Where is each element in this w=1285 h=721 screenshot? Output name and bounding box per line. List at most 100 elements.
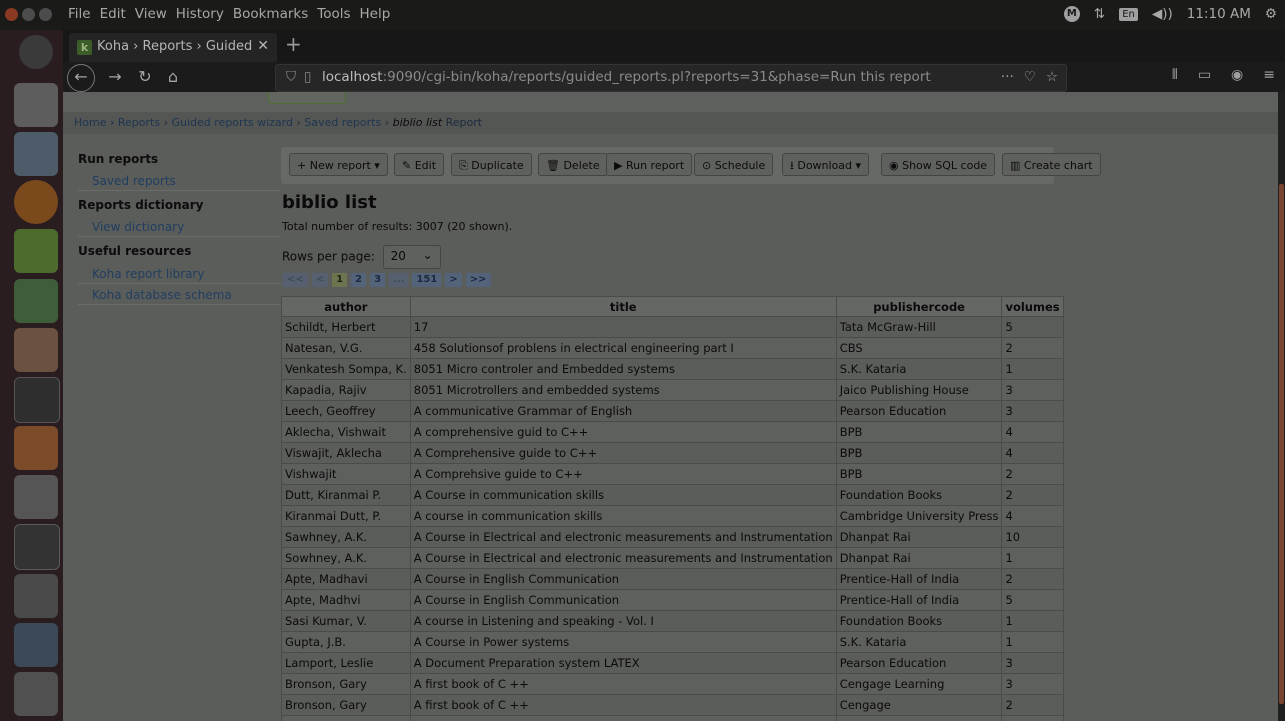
camera-icon[interactable] <box>14 574 58 618</box>
pager-page-1[interactable]: 1 <box>332 273 348 287</box>
download-button[interactable]: ⭳ Download ▾ <box>782 153 870 176</box>
account-icon[interactable]: ◉ <box>1231 67 1243 83</box>
mail-indicator-icon[interactable]: M <box>1063 6 1080 22</box>
header-search-button[interactable] <box>268 92 346 104</box>
keyboard-language[interactable]: En <box>1119 7 1138 21</box>
breadcrumb-saved[interactable]: Saved reports <box>304 116 381 129</box>
close-tab-icon[interactable]: ✕ <box>257 38 269 54</box>
software-updater-icon[interactable] <box>14 524 60 570</box>
page-scrollbar[interactable] <box>1278 92 1285 721</box>
pocket-icon[interactable]: ♡ <box>1024 69 1036 85</box>
table-cell-volumes: 2 <box>1001 484 1064 506</box>
new-tab-icon[interactable]: + <box>285 32 302 56</box>
notes-icon[interactable] <box>14 229 58 273</box>
table-row: Sowhney, A.K. A Course in Electrical and … <box>281 547 1064 569</box>
table-cell-title: 8051 Microtrollers and embedded systems <box>409 379 837 401</box>
menu-edit[interactable]: Edit <box>100 6 126 22</box>
menu-help[interactable]: Help <box>360 6 391 22</box>
sidebar-icon[interactable]: ▭ <box>1198 67 1211 83</box>
pager-last[interactable]: >> <box>465 273 491 287</box>
table-cell-publishercode: Pearson Education <box>835 400 1003 422</box>
table-cell-publishercode: Cambridge University Press <box>835 505 1003 527</box>
bookmark-star-icon[interactable]: ☆ <box>1046 69 1058 85</box>
pager-prev[interactable]: < <box>311 273 329 287</box>
forward-arrow-icon[interactable]: → <box>103 65 127 89</box>
sidebar-item-koha-database-schema[interactable]: Koha database schema <box>78 285 281 305</box>
new-report-button[interactable]: + New report ▾ <box>289 153 388 176</box>
table-cell-publishercode: Foundation Books <box>835 484 1003 506</box>
tab-koha-reports[interactable]: k Koha › Reports › Guided ✕ <box>69 33 277 62</box>
breadcrumb-reports[interactable]: Reports <box>118 116 160 129</box>
table-cell-title: A first book of C ++ <box>409 694 837 716</box>
table-row: Venkatesh Sompa, K. 8051 Micro controler … <box>281 358 1064 380</box>
show-sql-button[interactable]: ◉ Show SQL code <box>881 153 996 176</box>
app-menu: File Edit View History Bookmarks Tools H… <box>68 6 390 22</box>
menu-file[interactable]: File <box>68 6 91 22</box>
sidebar-item-saved-reports[interactable]: Saved reports <box>78 171 281 191</box>
table-cell-volumes: 5 <box>1001 316 1064 338</box>
scrollbar-thumb[interactable] <box>1279 184 1284 704</box>
duplicate-button[interactable]: ⎘ Duplicate <box>451 153 532 176</box>
koha-favicon-icon: k <box>77 40 92 55</box>
maximize-window-button[interactable] <box>39 8 52 21</box>
sidebar-item-koha-report-library[interactable]: Koha report library <box>78 264 281 284</box>
page-actions-icon[interactable]: ··· <box>1001 69 1014 85</box>
menu-bookmarks[interactable]: Bookmarks <box>233 6 308 22</box>
sidebar-item-view-dictionary[interactable]: View dictionary <box>78 217 281 237</box>
pager-page-3[interactable]: 3 <box>370 273 386 287</box>
firefox-icon[interactable] <box>14 180 58 224</box>
system-settings-icon[interactable] <box>14 475 58 519</box>
pager-first[interactable]: << <box>283 273 308 287</box>
page-info-icon[interactable]: ▯ <box>304 69 311 85</box>
presentation-icon[interactable] <box>14 328 58 372</box>
home-icon[interactable]: ⌂ <box>161 65 185 89</box>
trash-icon[interactable] <box>14 672 58 716</box>
close-window-button[interactable] <box>5 8 18 21</box>
spreadsheet-icon[interactable] <box>14 279 58 323</box>
table-row: Dutt, Kiranmai P. A Course in communicati… <box>281 484 1064 506</box>
url-bar[interactable]: ⛉ ▯ localhost:9090/cgi-bin/koha/reports/… <box>275 64 1067 92</box>
table-cell-volumes: 5 <box>1001 589 1064 611</box>
terminal-icon[interactable] <box>14 377 60 423</box>
software-center-icon[interactable] <box>14 426 58 470</box>
menu-view[interactable]: View <box>135 6 167 22</box>
menu-history[interactable]: History <box>176 6 224 22</box>
create-chart-button[interactable]: ▥ Create chart <box>1002 153 1101 176</box>
table-cell-author: Natesan, V.G. <box>281 337 411 359</box>
breadcrumb-home[interactable]: Home <box>74 116 106 129</box>
schedule-button[interactable]: ⊙ Schedule <box>694 153 774 176</box>
shield-icon[interactable]: ⛉ <box>286 69 296 85</box>
settings-gear-icon[interactable]: ⚙ <box>1265 6 1277 22</box>
ubuntu-dash-icon[interactable] <box>19 35 53 69</box>
pager-page-2[interactable]: 2 <box>351 273 367 287</box>
column-volumes: volumes <box>1001 296 1064 317</box>
reload-icon[interactable]: ↻ <box>133 65 157 89</box>
text-editor-icon[interactable] <box>14 132 58 176</box>
table-cell-author: Kapadia, Rajiv <box>281 379 411 401</box>
table-cell-author: Sowhney, A.K. <box>281 547 411 569</box>
minimize-window-button[interactable] <box>22 8 35 21</box>
hamburger-menu-icon[interactable]: ≡ <box>1263 67 1275 83</box>
rows-per-page-select[interactable]: 20 ⌄ <box>382 245 441 269</box>
back-arrow-icon[interactable]: ← <box>67 64 95 92</box>
table-cell-volumes: 4 <box>1001 505 1064 527</box>
menu-tools[interactable]: Tools <box>317 6 350 22</box>
volume-icon[interactable]: ◀)) <box>1152 6 1173 22</box>
table-cell-title: A Comprehsive guide to C++ <box>409 463 837 485</box>
pager-page-last[interactable]: 151 <box>412 273 442 287</box>
clock[interactable]: 11:10 AM <box>1187 6 1251 22</box>
files-icon[interactable] <box>14 83 58 127</box>
table-cell-title: A communicative Grammar of English <box>409 400 837 422</box>
sidebar-heading-useful-resources: Useful resources <box>78 244 192 258</box>
library-icon[interactable]: ⫴ <box>1172 67 1178 83</box>
sleep-icon[interactable] <box>14 623 58 667</box>
table-cell-publishercode: Tata McGraw-Hill <box>835 316 1003 338</box>
run-report-button[interactable]: ▶ Run report <box>606 153 693 176</box>
pager-next[interactable]: > <box>445 273 462 287</box>
network-icon[interactable]: ⇅ <box>1094 6 1105 22</box>
edit-button[interactable]: ✎ Edit <box>394 153 445 176</box>
table-row: Apte, Madhvi A Course in English Communic… <box>281 589 1064 611</box>
table-cell-author: Schildt, Herbert <box>281 316 411 338</box>
delete-button[interactable]: 🗑 Delete <box>538 153 608 176</box>
breadcrumb-wizard[interactable]: Guided reports wizard <box>172 116 293 129</box>
